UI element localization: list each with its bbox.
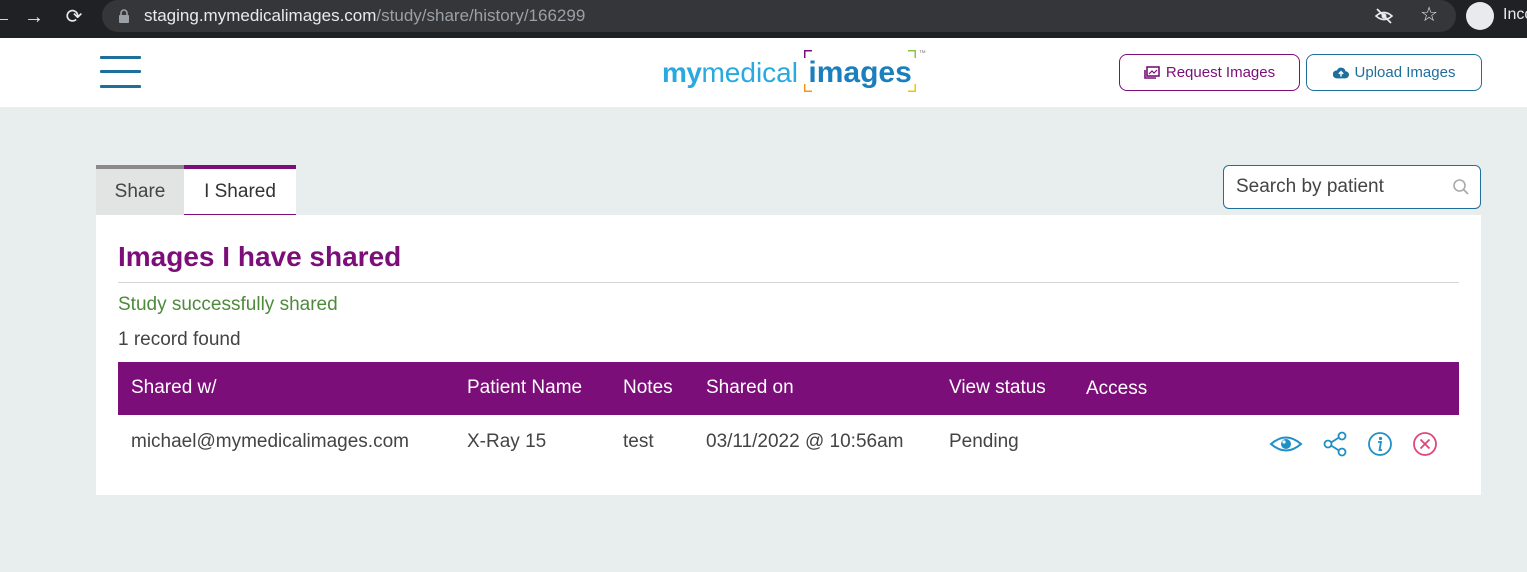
address-bar[interactable]: staging.mymedicalimages.com/study/share/… bbox=[102, 0, 1456, 32]
logo-images-box: images ™ bbox=[804, 50, 926, 92]
cell-shared-on: 03/11/2022 @ 10:56am bbox=[706, 431, 904, 452]
col-shared-on: Shared on bbox=[706, 377, 794, 398]
logo-images: images bbox=[808, 56, 912, 89]
col-view-status: View status bbox=[949, 377, 1046, 398]
tab-i-shared[interactable]: I Shared bbox=[184, 165, 296, 215]
tab-share-label: Share bbox=[114, 181, 166, 202]
forward-arrow-icon[interactable]: → bbox=[22, 5, 46, 29]
table-row: michael@mymedicalimages.com X-Ray 15 tes… bbox=[118, 415, 1459, 471]
col-shared-with: Shared w/ bbox=[131, 377, 217, 398]
browser-toolbar: ← → ⟳ staging.mymedicalimages.com/study/… bbox=[0, 0, 1527, 38]
cell-shared-with: michael@mymedicalimages.com bbox=[131, 431, 409, 452]
cell-view-status: Pending bbox=[949, 431, 1019, 452]
logo-my: my bbox=[662, 57, 702, 88]
col-patient-name: Patient Name bbox=[467, 377, 583, 398]
lock-icon bbox=[119, 9, 129, 23]
share-button[interactable] bbox=[1322, 429, 1348, 459]
tracking-blocked-icon[interactable] bbox=[1374, 6, 1394, 26]
search-icon[interactable] bbox=[1452, 178, 1470, 196]
search-box bbox=[1223, 165, 1481, 209]
record-count: 1 record found bbox=[118, 329, 241, 350]
success-message: Study successfully shared bbox=[118, 294, 338, 315]
revoke-button[interactable] bbox=[1412, 429, 1438, 459]
url-host: staging.mymedicalimages.com bbox=[144, 6, 377, 25]
profile-label: Inco bbox=[1503, 6, 1527, 23]
url-path: /study/share/history/166299 bbox=[376, 6, 586, 25]
reload-icon[interactable]: ⟳ bbox=[62, 5, 86, 29]
url-text: staging.mymedicalimages.com/study/share/… bbox=[144, 6, 585, 26]
app-header: mymedical images ™ Request Images Upload… bbox=[0, 38, 1527, 107]
share-icon bbox=[1323, 431, 1347, 457]
logo-trademark: ™ bbox=[918, 50, 926, 57]
cell-notes: test bbox=[623, 431, 654, 452]
logo-medical: medical bbox=[701, 57, 798, 88]
upload-images-button[interactable]: Upload Images bbox=[1306, 54, 1482, 91]
request-images-button[interactable]: Request Images bbox=[1119, 54, 1300, 91]
cell-patient-name: X-Ray 15 bbox=[467, 431, 547, 452]
info-icon bbox=[1368, 432, 1392, 456]
eye-icon bbox=[1269, 436, 1303, 452]
page-title: Images I have shared bbox=[118, 241, 402, 272]
hamburger-menu-icon[interactable] bbox=[100, 54, 142, 90]
info-button[interactable] bbox=[1367, 429, 1393, 459]
col-access: Access bbox=[1086, 378, 1148, 399]
upload-images-label: Upload Images bbox=[1354, 64, 1456, 81]
mymedicalimages-logo[interactable]: mymedical images ™ bbox=[662, 50, 926, 94]
tab-share[interactable]: Share bbox=[96, 165, 184, 215]
tab-i-shared-label: I Shared bbox=[204, 180, 276, 202]
back-arrow-icon[interactable]: ← bbox=[0, 5, 14, 29]
request-images-label: Request Images bbox=[1165, 64, 1276, 81]
col-notes: Notes bbox=[623, 377, 673, 398]
title-divider bbox=[118, 282, 1459, 283]
view-button[interactable] bbox=[1269, 429, 1303, 459]
cancel-icon bbox=[1413, 432, 1437, 456]
search-input[interactable] bbox=[1236, 175, 1446, 199]
shared-images-panel: Images I have shared Study successfully … bbox=[96, 215, 1481, 495]
images-stack-icon bbox=[1144, 65, 1160, 79]
cloud-upload-icon bbox=[1332, 67, 1349, 78]
bookmark-star-icon[interactable]: ☆ bbox=[1420, 4, 1438, 26]
incognito-icon[interactable] bbox=[1466, 2, 1494, 30]
table-header: Shared w/ Patient Name Notes Shared on V… bbox=[118, 362, 1459, 415]
